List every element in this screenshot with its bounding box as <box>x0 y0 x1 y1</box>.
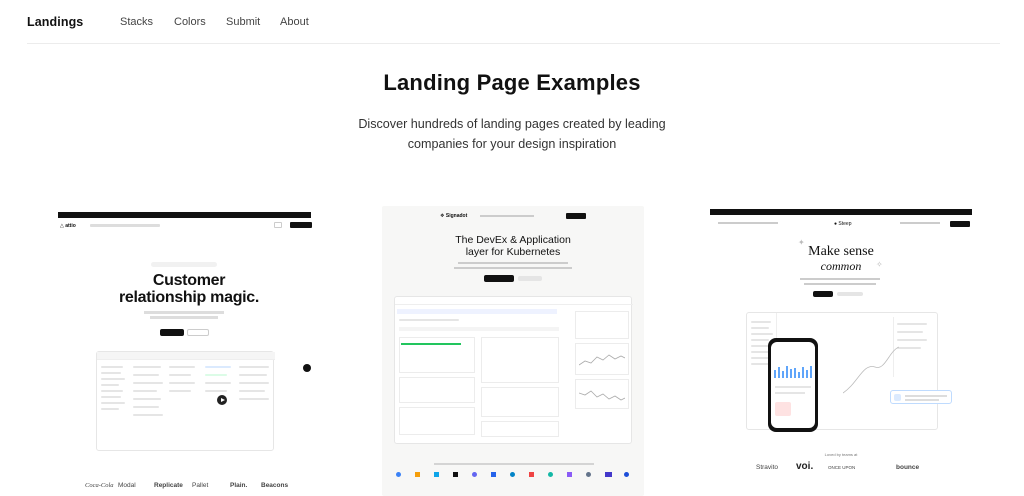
mini-cta <box>484 275 514 282</box>
app-screenshot <box>394 296 633 444</box>
nav-link-stacks[interactable]: Stacks <box>120 16 153 28</box>
integration-icons <box>396 472 630 478</box>
sparkle-icon-2: ✧ <box>876 260 883 269</box>
mini-cta <box>160 329 184 336</box>
card-headline: The DevEx & Application <box>455 234 571 246</box>
top-nav: Landings Stacks Colors Submit About <box>0 0 1024 44</box>
sparkle-icon: ✦ <box>798 238 805 247</box>
nav-link-colors[interactable]: Colors <box>174 16 206 28</box>
trend-curve <box>843 346 899 394</box>
card-headline-2: layer for Kubernetes <box>465 246 561 258</box>
page-title: Landing Page Examples <box>383 70 641 95</box>
tooltip-card <box>890 390 952 404</box>
announcement-bar <box>710 209 972 215</box>
sparkline <box>579 354 625 366</box>
card-headline: Make sense <box>808 244 874 259</box>
landing-card-attio[interactable]: △ attio Customer relationship magic. Coc… <box>58 206 320 496</box>
app-screenshot <box>96 351 275 451</box>
mini-nav: △ attio <box>60 222 312 231</box>
announcement-bar <box>58 212 311 218</box>
mini-cta <box>813 291 833 297</box>
mini-nav: ● Steep <box>718 221 970 227</box>
nav-link-about[interactable]: About <box>280 16 309 28</box>
landing-card-steep[interactable]: ● Steep Make sense common ✦ ✧ Loved by t… <box>710 206 972 496</box>
mini-badge <box>151 262 217 267</box>
landing-card-signadot[interactable]: ❖ Signadot The DevEx & Application layer… <box>382 206 644 496</box>
nav-link-submit[interactable]: Submit <box>226 16 260 28</box>
card-headline-2: common <box>820 259 862 273</box>
logos-caption: Loved by teams at <box>824 452 858 457</box>
mini-nav: ❖ Signadot <box>440 213 586 219</box>
phone-mockup <box>768 338 818 432</box>
mini-copy <box>144 311 224 314</box>
nav-divider <box>27 43 1000 44</box>
stop-icon <box>303 364 311 372</box>
card-headline: Customer <box>152 272 226 289</box>
page-subtitle: Discover hundreds of landing pages creat… <box>358 117 666 151</box>
play-icon <box>217 395 227 405</box>
brand-logo[interactable]: Landings <box>27 15 83 29</box>
card-headline-2: relationship magic. <box>118 289 260 306</box>
